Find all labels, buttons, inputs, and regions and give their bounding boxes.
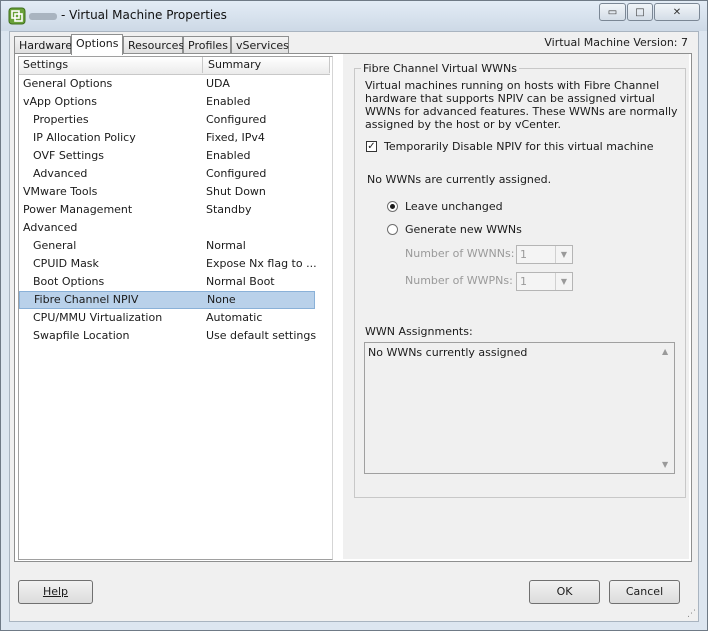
setting-name: Boot Options xyxy=(33,275,105,288)
setting-summary: Enabled xyxy=(206,149,251,162)
list-item[interactable]: VMware Tools Shut Down xyxy=(19,183,315,201)
tab-hardware[interactable]: Hardware xyxy=(14,36,72,54)
setting-name: Power Management xyxy=(23,203,133,216)
wwnn-count-select[interactable]: 1 ▼ xyxy=(516,245,573,264)
setting-name: Advanced xyxy=(23,221,78,234)
setting-summary: Standby xyxy=(206,203,252,216)
list-item[interactable]: CPUID Mask Expose Nx flag to ... xyxy=(19,255,317,273)
wwnn-count-value: 1 xyxy=(520,248,527,261)
assignments-scrollbar[interactable]: ▲ ▼ xyxy=(658,343,674,473)
setting-summary: None xyxy=(207,293,236,306)
list-item[interactable]: Properties Configured xyxy=(19,111,315,129)
maximize-icon: □ xyxy=(635,6,645,18)
tab-options[interactable]: Options xyxy=(71,34,123,55)
vm-properties-window: - Virtual Machine Properties ▭ □ ✕ Hardw… xyxy=(0,0,708,631)
setting-summary: Normal xyxy=(206,239,246,252)
wwn-assignments-textarea[interactable]: No WWNs currently assigned ▲ ▼ xyxy=(364,342,675,474)
setting-summary: Configured xyxy=(206,113,267,126)
setting-name: OVF Settings xyxy=(33,149,104,162)
chevron-down-icon: ▼ xyxy=(555,273,572,290)
fc-description: Virtual machines running on hosts with F… xyxy=(365,79,678,131)
setting-name: CPU/MMU Virtualization xyxy=(33,311,163,324)
cancel-button[interactable]: Cancel xyxy=(609,580,680,604)
setting-summary: Automatic xyxy=(206,311,263,324)
help-button[interactable]: Help xyxy=(18,580,93,604)
wwn-status-text: No WWNs are currently assigned. xyxy=(367,173,552,186)
setting-name: General Options xyxy=(23,77,113,90)
list-item[interactable]: Advanced Configured xyxy=(19,165,315,183)
maximize-button[interactable]: □ xyxy=(627,3,653,21)
chevron-down-icon: ▼ xyxy=(555,246,572,263)
title-bar[interactable]: - Virtual Machine Properties ▭ □ ✕ xyxy=(1,1,707,31)
setting-name: General xyxy=(33,239,77,252)
setting-name: Properties xyxy=(33,113,89,126)
leave-unchanged-radio[interactable] xyxy=(387,201,398,212)
detail-pane: Fibre Channel Virtual WWNs Virtual machi… xyxy=(343,54,689,559)
radio-dot-icon xyxy=(390,204,395,209)
setting-name: CPUID Mask xyxy=(33,257,99,270)
tab-vservices[interactable]: vServices xyxy=(231,36,289,54)
wwnn-count-label: Number of WWNNs: xyxy=(405,247,515,260)
tab-resources[interactable]: Resources xyxy=(123,36,184,54)
wwpn-count-value: 1 xyxy=(520,275,527,288)
close-icon: ✕ xyxy=(672,6,682,18)
scroll-up-arrow-icon[interactable]: ▲ xyxy=(662,347,668,356)
options-panel: Settings Summary General Options UDA vApp … xyxy=(14,53,692,562)
minimize-button[interactable]: ▭ xyxy=(599,3,626,21)
setting-summary: Shut Down xyxy=(206,185,266,198)
list-item[interactable]: General Normal xyxy=(19,237,315,255)
setting-summary: Enabled xyxy=(206,95,251,108)
dialog-client: Hardware Options Resources Profiles vSer… xyxy=(9,31,699,622)
setting-summary: Use default settings xyxy=(206,329,317,342)
list-item[interactable]: OVF Settings Enabled xyxy=(19,147,315,165)
generate-wwns-label: Generate new WWNs xyxy=(405,223,522,236)
setting-name: vApp Options xyxy=(23,95,97,108)
ok-button[interactable]: OK xyxy=(529,580,600,604)
list-item[interactable]: General Options UDA xyxy=(19,75,315,93)
list-item[interactable]: Fibre Channel NPIV None xyxy=(19,291,315,309)
minimize-icon: ▭ xyxy=(607,6,618,18)
list-header: Settings Summary xyxy=(19,57,330,75)
disable-npiv-label: Temporarily Disable NPIV for this virtua… xyxy=(384,140,654,153)
setting-name: Advanced xyxy=(33,167,88,180)
list-item[interactable]: vApp Options Enabled xyxy=(19,93,315,111)
fc-wwn-group: Fibre Channel Virtual WWNs Virtual machi… xyxy=(354,62,686,498)
list-item[interactable]: Power Management Standby xyxy=(19,201,315,219)
vm-name-redacted xyxy=(29,13,57,20)
list-item[interactable]: Boot Options Normal Boot xyxy=(19,273,315,291)
wwpn-count-select[interactable]: 1 ▼ xyxy=(516,272,573,291)
setting-summary: Configured xyxy=(206,167,267,180)
settings-column-header[interactable]: Settings xyxy=(19,57,203,73)
scroll-down-arrow-icon[interactable]: ▼ xyxy=(662,460,668,469)
help-button-label: Help xyxy=(42,585,69,598)
settings-list[interactable]: Settings Summary General Options UDA vApp … xyxy=(18,56,333,560)
setting-summary: Normal Boot xyxy=(206,275,275,288)
setting-name: Swapfile Location xyxy=(33,329,130,342)
disable-npiv-checkbox[interactable]: ✓ xyxy=(366,141,377,152)
wwn-assignments-text: No WWNs currently assigned xyxy=(368,346,528,359)
list-item[interactable]: Advanced xyxy=(19,219,315,237)
summary-column-header[interactable]: Summary xyxy=(204,57,330,73)
setting-name: Fibre Channel NPIV xyxy=(34,293,139,306)
wwpn-count-label: Number of WWPNs: xyxy=(405,274,513,287)
list-item[interactable]: CPU/MMU Virtualization Automatic xyxy=(19,309,315,327)
setting-summary: UDA xyxy=(206,77,230,90)
window-title: - Virtual Machine Properties xyxy=(61,8,227,22)
setting-name: VMware Tools xyxy=(23,185,98,198)
setting-summary: Fixed, IPv4 xyxy=(206,131,265,144)
leave-unchanged-label: Leave unchanged xyxy=(405,200,503,213)
close-button[interactable]: ✕ xyxy=(654,3,700,21)
fc-group-label: Fibre Channel Virtual WWNs xyxy=(361,62,519,75)
generate-wwns-radio[interactable] xyxy=(387,224,398,235)
list-item[interactable]: Swapfile Location Use default settings xyxy=(19,327,317,345)
tab-profiles[interactable]: Profiles xyxy=(183,36,231,54)
list-item[interactable]: IP Allocation Policy Fixed, IPv4 xyxy=(19,129,315,147)
checkmark-icon: ✓ xyxy=(367,141,376,152)
resize-grip-icon[interactable]: ⋰ xyxy=(687,609,696,619)
wwn-assignments-label: WWN Assignments: xyxy=(365,325,473,338)
vm-app-icon xyxy=(8,7,26,25)
vm-version-label: Virtual Machine Version: 7 xyxy=(544,36,688,49)
setting-summary: Expose Nx flag to ... xyxy=(206,257,317,270)
setting-name: IP Allocation Policy xyxy=(33,131,136,144)
